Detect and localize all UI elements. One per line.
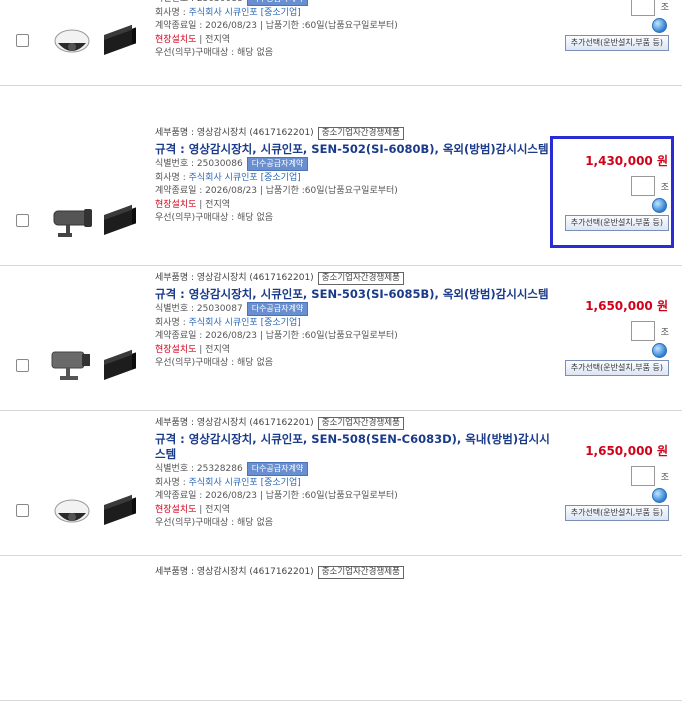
sme-competition-tag: 중소기업자간경쟁제품 [317, 127, 404, 140]
table-row: 세부품명 : 영상감시장치 (4617162201)중소기업자간경쟁제품규격 :… [0, 410, 682, 556]
contract-badge: 다수공급자계약 [246, 0, 309, 6]
table-row: 세부품명 : 영상감시장치 (4617162201)중소기업자간경쟁제품규격 :… [0, 265, 682, 411]
priority-line: 우선(의무)구매대상 : 해당 없음 [155, 518, 273, 528]
id-text: 식별번호 : 25030088 [155, 0, 243, 4]
select-checkbox[interactable] [16, 504, 29, 517]
product-image[interactable] [48, 489, 138, 529]
id-text: 식별번호 : 25328286 [155, 464, 243, 474]
sub-item-name: 세부품명 : 영상감시장치 (4617162201) [155, 418, 314, 428]
id-line: 식별번호 : 25328286 다수공급자계약 [155, 462, 555, 477]
table-row: 세부품명 : 영상감시장치 (4617162201)중소기업자간경쟁제품규격 :… [0, 0, 682, 86]
company-line: 회사명 : 주식회사 시큐인포 [중소기업] [155, 317, 555, 331]
sme-tag: [중소기업] [260, 317, 301, 328]
company-name: 주식회사 시큐인포 [188, 317, 258, 328]
company-name: 주식회사 시큐인포 [188, 477, 258, 488]
sub-item-name: 세부품명 : 영상감시장치 (4617162201) [155, 567, 314, 577]
company-name: 주식회사 시큐인포 [188, 172, 258, 183]
globe-icon[interactable] [652, 488, 667, 503]
sme-competition-tag: 중소기업자간경쟁제품 [317, 272, 404, 285]
company-prefix: 회사명 : [155, 317, 189, 328]
install-line: 현장설치도 | 전지역 [155, 504, 555, 518]
quantity-unit: 조 [660, 3, 669, 13]
deadline-line: 계약종료일 : 2026/08/23 | 납품기한 :60일(납품요구일로부터) [155, 21, 398, 31]
company-prefix: 회사명 : [155, 7, 189, 18]
deadline-line: 계약종료일 : 2026/08/23 | 납품기한 :60일(납품요구일로부터) [155, 331, 398, 341]
quantity-input[interactable] [631, 466, 655, 486]
sme-tag: [중소기업] [260, 172, 301, 183]
sub-item-line: 세부품명 : 영상감시장치 (4617162201) 중소기업자간경쟁제품 [155, 271, 555, 285]
install-region: | 전지역 [196, 34, 231, 45]
selection-highlight [550, 136, 674, 248]
install-line: 현장설치도 | 전지역 [155, 199, 555, 213]
select-checkbox[interactable] [16, 214, 29, 227]
product-title[interactable]: 규격 : 영상감시장치, 시큐인포, SEN-502(SI-6080B), 옥외… [155, 142, 553, 157]
install-label: 현장설치도 [155, 344, 197, 355]
install-region: | 전지역 [196, 344, 231, 355]
price-text: 1,650,000 원 [585, 299, 668, 313]
install-region: | 전지역 [196, 504, 231, 515]
sme-competition-tag: 중소기업자간경쟁제품 [317, 417, 404, 430]
sme-tag: [중소기업] [260, 7, 301, 18]
sub-item-name: 세부품명 : 영상감시장치 (4617162201) [155, 128, 314, 138]
quantity-input[interactable] [631, 321, 655, 341]
add-option-button[interactable]: 추가선택(운반설치,부품 등) [564, 35, 669, 51]
id-line: 식별번호 : 25030086 다수공급자계약 [155, 157, 555, 172]
add-option-button[interactable]: 추가선택(운반설치,부품 등) [564, 360, 669, 376]
product-title[interactable]: 규격 : 영상감시장치, 시큐인포, SEN-503(SI-6085B), 옥외… [155, 287, 553, 302]
install-label: 현장설치도 [155, 199, 197, 210]
company-line: 회사명 : 주식회사 시큐인포 [중소기업] [155, 477, 555, 491]
company-line: 회사명 : 주식회사 시큐인포 [중소기업] [155, 7, 555, 21]
deadline-line: 계약종료일 : 2026/08/23 | 납품기한 :60일(납품요구일로부터) [155, 491, 398, 501]
sme-competition-tag: 중소기업자간경쟁제품 [317, 566, 404, 579]
install-label: 현장설치도 [155, 34, 197, 45]
install-region: | 전지역 [196, 199, 231, 210]
quantity-unit: 조 [660, 328, 669, 338]
price-text: 1,650,000 원 [585, 444, 668, 458]
sub-item-name: 세부품명 : 영상감시장치 (4617162201) [155, 273, 314, 283]
select-checkbox[interactable] [16, 359, 29, 372]
table-row: 세부품명 : 영상감시장치 (4617162201) 중소기업자간경쟁제품 [0, 555, 682, 701]
add-option-button[interactable]: 추가선택(운반설치,부품 등) [564, 505, 669, 521]
id-text: 식별번호 : 25030086 [155, 159, 243, 169]
company-name: 주식회사 시큐인포 [188, 7, 258, 18]
company-prefix: 회사명 : [155, 172, 189, 183]
select-checkbox[interactable] [16, 34, 29, 47]
install-line: 현장설치도 | 전지역 [155, 34, 555, 48]
contract-badge: 다수공급자계약 [246, 157, 309, 171]
company-line: 회사명 : 주식회사 시큐인포 [중소기업] [155, 172, 555, 186]
deadline-line: 계약종료일 : 2026/08/23 | 납품기한 :60일(납품요구일로부터) [155, 186, 398, 196]
install-label: 현장설치도 [155, 504, 197, 515]
product-image[interactable] [48, 344, 138, 384]
id-line: 식별번호 : 25030087 다수공급자계약 [155, 302, 555, 317]
contract-badge: 다수공급자계약 [246, 302, 309, 316]
company-prefix: 회사명 : [155, 477, 189, 488]
install-line: 현장설치도 | 전지역 [155, 344, 555, 358]
priority-line: 우선(의무)구매대상 : 해당 없음 [155, 48, 273, 58]
product-image[interactable] [48, 19, 138, 59]
globe-icon[interactable] [652, 18, 667, 33]
product-title[interactable]: 규격 : 영상감시장치, 시큐인포, SEN-508(SEN-C6083D), … [155, 432, 553, 462]
globe-icon[interactable] [652, 343, 667, 358]
contract-badge: 다수공급자계약 [246, 462, 309, 476]
id-text: 식별번호 : 25030087 [155, 304, 243, 314]
priority-line: 우선(의무)구매대상 : 해당 없음 [155, 213, 273, 223]
sme-tag: [중소기업] [260, 477, 301, 488]
sub-item-line: 세부품명 : 영상감시장치 (4617162201) 중소기업자간경쟁제품 [155, 126, 555, 140]
priority-line: 우선(의무)구매대상 : 해당 없음 [155, 358, 273, 368]
quantity-input[interactable] [631, 0, 655, 16]
sub-item-line: 세부품명 : 영상감시장치 (4617162201) 중소기업자간경쟁제품 [155, 416, 555, 430]
quantity-unit: 조 [660, 473, 669, 483]
product-image[interactable] [48, 199, 138, 239]
